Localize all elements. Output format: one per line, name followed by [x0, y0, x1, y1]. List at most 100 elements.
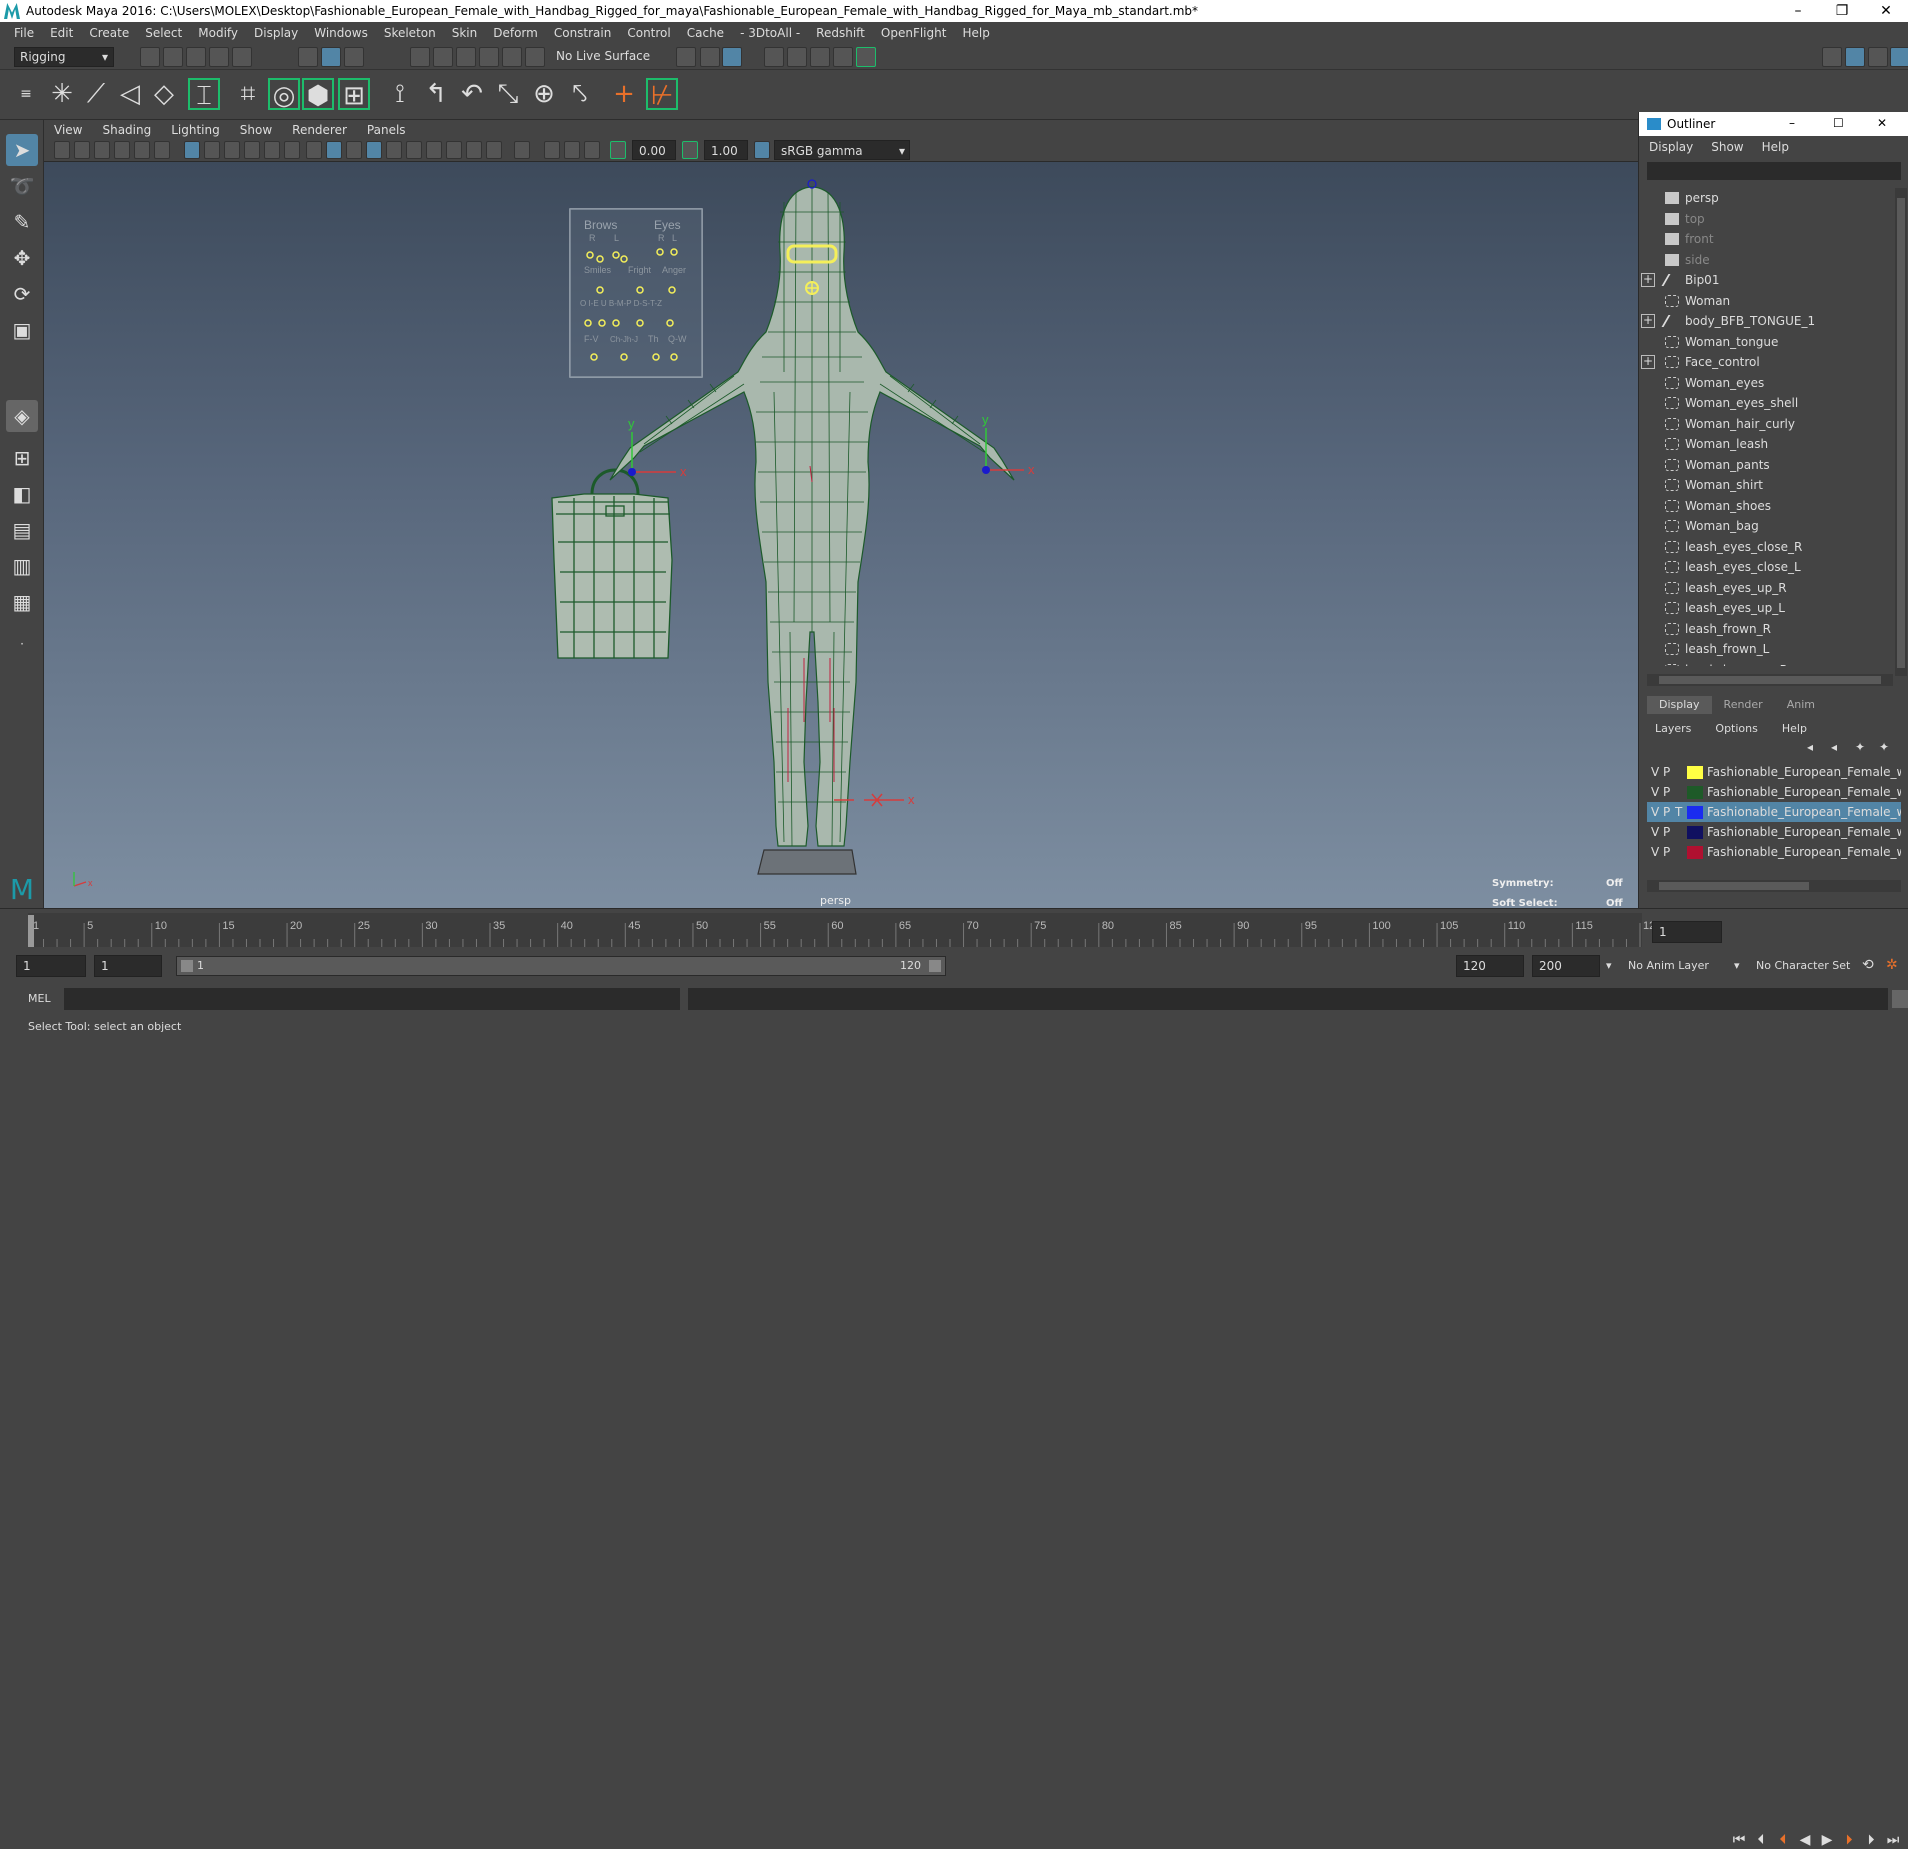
grease-pencil-icon[interactable] [154, 141, 170, 159]
snap-rotate-icon[interactable] [525, 47, 545, 67]
menu-deform[interactable]: Deform [485, 26, 546, 40]
motion-blur-icon[interactable] [466, 141, 482, 159]
persp-graph-icon[interactable]: ▤ [6, 514, 38, 546]
outliner-item[interactable]: Woman_tongue [1665, 332, 1778, 352]
outliner-item[interactable]: top [1665, 209, 1705, 229]
layer-color-swatch[interactable] [1687, 846, 1703, 859]
playback-end-field[interactable]: 120 [1456, 955, 1524, 977]
range-start-handle[interactable] [181, 960, 193, 972]
step-back-key-icon[interactable]: ⏴ [1774, 1831, 1792, 1849]
viewport-persp[interactable]: Brows Eyes R L R L Smiles Fright Anger O… [44, 162, 1638, 909]
outliner-item[interactable]: side [1665, 250, 1710, 270]
attribute-editor-toggle-icon[interactable] [1868, 47, 1888, 67]
layer-visibility-toggle[interactable]: V [1651, 822, 1659, 842]
anim-layer-dropdown[interactable]: No Anim Layer [1628, 959, 1709, 972]
lattice-icon[interactable]: ⊞ [338, 78, 370, 111]
handbag-mesh[interactable] [551, 468, 673, 659]
hypershade-icon[interactable] [833, 47, 853, 67]
menu-windows[interactable]: Windows [306, 26, 376, 40]
paint-select-icon[interactable]: ✎ [6, 206, 38, 238]
outliner-item[interactable]: leash_frown_R [1665, 619, 1771, 639]
menu-edit[interactable]: Edit [42, 26, 81, 40]
layer-row[interactable]: V P Fashionable_European_Female_witl [1647, 842, 1901, 862]
layer-tab-anim[interactable]: Anim [1775, 696, 1827, 714]
close-button[interactable]: ✕ [1864, 0, 1908, 22]
snap-view-icon[interactable] [479, 47, 499, 67]
outliner-item[interactable]: leash_eyes_up_R [1665, 578, 1787, 598]
menu-select[interactable]: Select [137, 26, 190, 40]
face-control-board[interactable]: Brows Eyes R L R L Smiles Fright Anger O… [569, 208, 703, 378]
layer-visibility-toggle[interactable]: V [1651, 782, 1659, 802]
wireframe-icon[interactable] [306, 141, 322, 159]
layer-menu-help[interactable]: Help [1782, 722, 1807, 735]
film-gate-icon[interactable] [204, 141, 220, 159]
menu-display[interactable]: Display [246, 26, 306, 40]
outliner-list[interactable]: persp top front side + Bip01 Woman + body_BFB_TO… [1639, 188, 1895, 666]
outliner-item[interactable]: + body_BFB_TONGUE_1 [1641, 311, 1815, 331]
shelf-menu-icon[interactable]: ≡ [10, 78, 42, 110]
panel-menu-view[interactable]: View [44, 123, 92, 137]
gate-mask-icon[interactable] [244, 141, 260, 159]
current-frame-field[interactable]: 1 [1652, 921, 1722, 943]
layer-playback-toggle[interactable]: P [1663, 782, 1670, 802]
outliner-minimize-button[interactable]: – [1789, 116, 1795, 130]
wire-icon[interactable]: ↰ [420, 78, 452, 110]
layer-color-swatch[interactable] [1687, 766, 1703, 779]
ipr-render-icon[interactable] [787, 47, 807, 67]
end-time-field[interactable]: 200 [1532, 955, 1600, 977]
current-time-marker[interactable] [28, 915, 34, 947]
layout-options-icon[interactable]: · [6, 628, 38, 660]
maximize-button[interactable]: ❐ [1820, 0, 1864, 22]
script-editor-icon[interactable] [1892, 990, 1908, 1008]
wireframe-on-shaded-icon[interactable] [366, 141, 382, 159]
auto-key-icon[interactable]: ⟲ [1862, 957, 1874, 973]
step-forward-icon[interactable]: ⏵ [1862, 1831, 1880, 1849]
layer-visibility-toggle[interactable]: V [1651, 762, 1659, 782]
menu-skin[interactable]: Skin [444, 26, 486, 40]
outliner-item[interactable]: Woman [1665, 291, 1730, 311]
image-plane-icon[interactable] [114, 141, 130, 159]
range-end-handle[interactable] [929, 960, 941, 972]
preferences-icon[interactable]: ✲ [1886, 957, 1898, 973]
menu-3dtoall[interactable]: - 3DtoAll - [732, 26, 808, 40]
range-bar[interactable]: 1 120 [176, 956, 946, 976]
layer-tab-render[interactable]: Render [1712, 696, 1775, 714]
persp-hypershade-icon[interactable]: ▥ [6, 550, 38, 582]
outliner-item[interactable]: leash_brow_up_R [1665, 660, 1788, 666]
ambient-occlusion-icon[interactable] [446, 141, 462, 159]
outliner-menu-display[interactable]: Display [1649, 140, 1693, 154]
aim-constraint-icon[interactable]: ⤣ [564, 78, 596, 110]
go-to-start-icon[interactable]: ⏮ [1730, 1831, 1748, 1849]
layer-playback-toggle[interactable]: P [1663, 802, 1670, 822]
outliner-item[interactable]: Woman_shirt [1665, 475, 1763, 495]
menu-file[interactable]: File [6, 26, 42, 40]
outliner-menu-show[interactable]: Show [1711, 140, 1743, 154]
layer-visibility-toggle[interactable]: V [1651, 802, 1659, 822]
tool-settings-toggle-icon[interactable] [1890, 47, 1908, 67]
insert-joint-icon[interactable]: ⟋ [80, 78, 112, 110]
mel-label[interactable]: MEL [28, 992, 51, 1005]
use-lights-icon[interactable] [406, 141, 422, 159]
menu-cache[interactable]: Cache [679, 26, 732, 40]
persp-outliner-icon[interactable]: ◧ [6, 478, 38, 510]
mirror-joint-icon[interactable]: ◁ [114, 78, 146, 110]
layer-row[interactable]: V P Fashionable_European_Female_wi [1647, 782, 1901, 802]
outliner-close-button[interactable]: ✕ [1877, 116, 1887, 130]
chevron-down-icon[interactable]: ▾ [1734, 959, 1740, 972]
playback-start-field[interactable]: 1 [94, 955, 162, 977]
menuset-dropdown[interactable]: Rigging ▾ [14, 47, 114, 67]
new-layer-selected-icon[interactable]: ✦ [1879, 740, 1889, 754]
shadows-icon[interactable] [426, 141, 442, 159]
live-surface-label[interactable]: No Live Surface [556, 49, 650, 63]
history-icon[interactable] [676, 47, 696, 67]
outliner-item[interactable]: Woman_shoes [1665, 496, 1771, 516]
sculpt-icon[interactable]: ⤡ [492, 78, 524, 110]
ik-handle-icon[interactable]: ⌶ [188, 78, 220, 111]
outliner-item[interactable]: leash_eyes_close_L [1665, 557, 1801, 577]
snap-surface-icon[interactable] [502, 47, 522, 67]
cluster-icon[interactable]: ⟟ [384, 78, 416, 110]
layer-move-up-icon[interactable]: ◂ [1807, 740, 1813, 754]
lasso-tool-icon[interactable]: ➰ [6, 170, 38, 202]
save-scene-icon[interactable] [186, 47, 206, 67]
outliner-item[interactable]: + Bip01 [1641, 270, 1719, 290]
